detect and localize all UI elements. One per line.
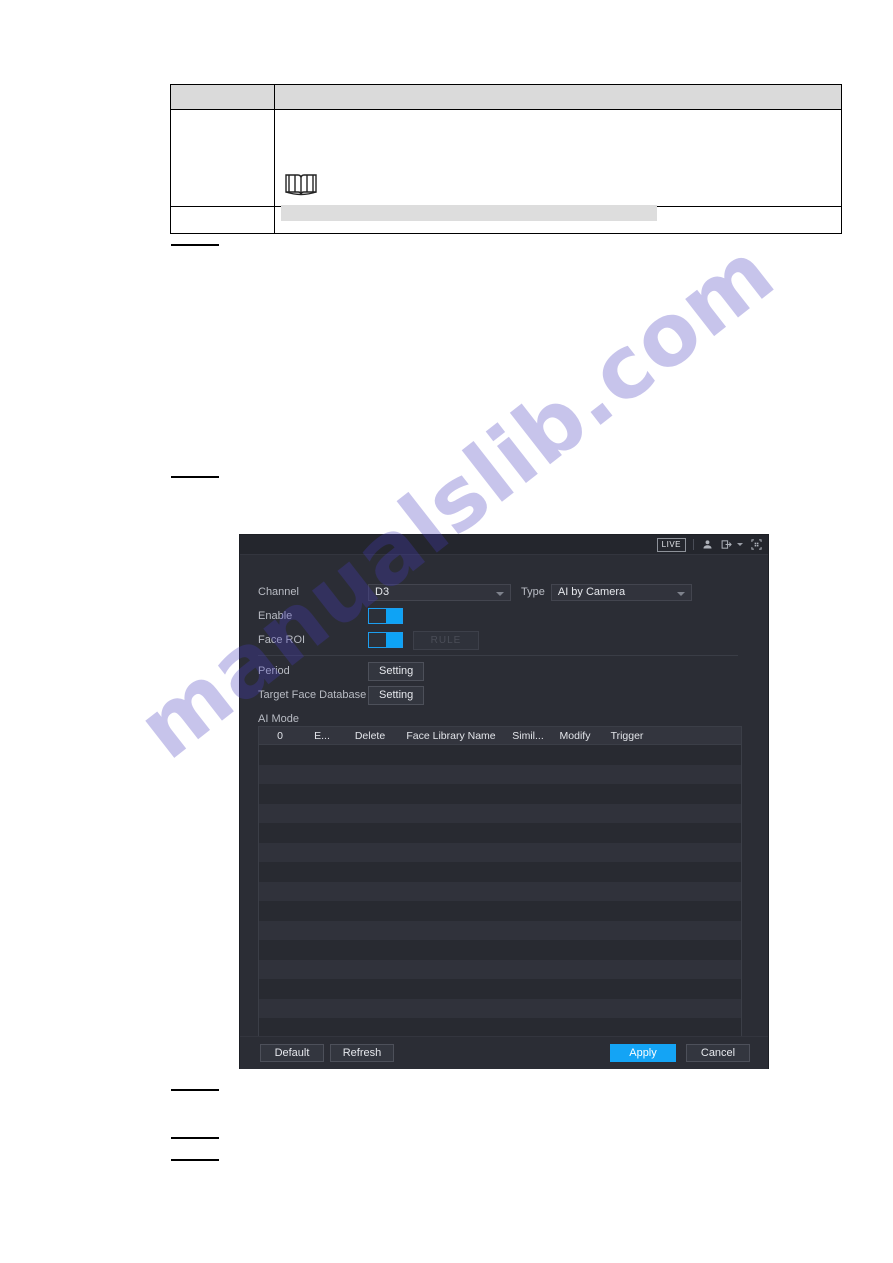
chevron-down-icon xyxy=(496,591,504,596)
table-footer-cell-1 xyxy=(169,206,276,234)
column-header-similarity[interactable]: Simil... xyxy=(505,730,551,742)
column-header-enable[interactable]: E... xyxy=(301,730,343,742)
enable-label: Enable xyxy=(258,610,293,622)
type-select[interactable]: AI by Camera xyxy=(550,583,692,601)
dialog-titlebar: LIVE xyxy=(240,535,768,555)
dialog-footer: Default Refresh Apply Cancel xyxy=(240,1036,768,1069)
table-row[interactable] xyxy=(259,979,741,999)
document-table xyxy=(169,84,842,234)
toggle-knob xyxy=(386,633,402,647)
row-enable: Enable xyxy=(258,606,768,626)
face-recognition-dialog: LIVE Channel D3 Type AI by Camera Enable… xyxy=(240,535,768,1069)
grid-layout-icon[interactable] xyxy=(750,539,762,551)
cancel-button[interactable]: Cancel xyxy=(686,1044,750,1062)
table-row[interactable] xyxy=(259,842,741,862)
row-face-roi: Face ROI RULE xyxy=(258,630,768,650)
titlebar-divider xyxy=(693,539,694,550)
table-row[interactable] xyxy=(259,959,741,979)
dialog-body: Channel D3 Type AI by Camera Enable Face… xyxy=(240,555,768,1069)
book-note-icon xyxy=(283,172,319,198)
table-row[interactable] xyxy=(259,764,741,784)
table-row[interactable] xyxy=(259,1018,741,1038)
refresh-button[interactable]: Refresh xyxy=(330,1044,394,1062)
column-header-index[interactable]: 0 xyxy=(259,730,301,742)
enable-toggle[interactable] xyxy=(368,608,403,624)
table-row[interactable] xyxy=(259,940,741,960)
table-cell-note xyxy=(274,109,842,221)
row-channel: Channel D3 Type AI by Camera xyxy=(258,582,768,602)
chevron-down-icon[interactable] xyxy=(737,543,743,546)
logout-icon[interactable] xyxy=(720,539,732,551)
face-library-table: 0 E... Delete Face Library Name Simil...… xyxy=(258,726,742,1039)
settings-form: Channel D3 Type AI by Camera Enable Face… xyxy=(240,555,768,729)
type-label: Type xyxy=(521,586,545,598)
ai-mode-label: AI Mode xyxy=(258,713,299,725)
row-target-face-database: Target Face Database Setting xyxy=(258,685,768,705)
table-header-cell-1 xyxy=(169,84,276,110)
table-body xyxy=(259,745,741,1038)
table-row[interactable] xyxy=(259,901,741,921)
table-row xyxy=(169,84,842,110)
column-header-trigger[interactable]: Trigger xyxy=(599,730,655,742)
table-row[interactable] xyxy=(259,784,741,804)
table-row[interactable] xyxy=(259,998,741,1018)
table-row[interactable] xyxy=(259,881,741,901)
table-header-cell-2 xyxy=(274,84,842,110)
margin-rule xyxy=(171,476,219,478)
period-label: Period xyxy=(258,665,290,677)
target-face-database-label: Target Face Database xyxy=(258,689,367,701)
type-select-value: AI by Camera xyxy=(557,586,626,598)
channel-select[interactable]: D3 xyxy=(368,583,511,601)
user-icon[interactable] xyxy=(701,539,713,551)
toggle-track xyxy=(369,609,386,623)
margin-rule xyxy=(171,1089,219,1091)
table-row[interactable] xyxy=(259,862,741,882)
default-button[interactable]: Default xyxy=(260,1044,324,1062)
margin-rule xyxy=(171,244,219,246)
table-cell-label xyxy=(169,109,276,207)
redacted-note-text xyxy=(281,205,658,221)
table-row[interactable] xyxy=(259,920,741,940)
toggle-knob xyxy=(386,609,402,623)
table-row xyxy=(169,109,842,221)
apply-button[interactable]: Apply xyxy=(610,1044,676,1062)
table-row[interactable] xyxy=(259,803,741,823)
table-row[interactable] xyxy=(259,823,741,843)
row-period: Period Setting xyxy=(258,661,768,681)
table-row[interactable] xyxy=(259,745,741,765)
period-setting-button[interactable]: Setting xyxy=(368,661,425,681)
face-roi-toggle[interactable] xyxy=(368,632,403,648)
margin-rule xyxy=(171,1159,219,1161)
channel-label: Channel xyxy=(258,586,299,598)
rule-button: RULE xyxy=(413,630,479,650)
channel-select-value: D3 xyxy=(375,586,390,598)
table-header-row: 0 E... Delete Face Library Name Simil...… xyxy=(259,727,741,745)
target-face-database-setting-button[interactable]: Setting xyxy=(368,685,425,705)
live-button[interactable]: LIVE xyxy=(656,537,686,552)
chevron-down-icon xyxy=(676,591,685,596)
column-header-delete[interactable]: Delete xyxy=(343,730,397,742)
column-header-face-library-name[interactable]: Face Library Name xyxy=(397,730,505,742)
column-header-modify[interactable]: Modify xyxy=(551,730,599,742)
toggle-track xyxy=(369,633,386,647)
margin-rule xyxy=(171,1137,219,1139)
form-divider xyxy=(258,655,738,656)
face-roi-label: Face ROI xyxy=(258,634,306,646)
